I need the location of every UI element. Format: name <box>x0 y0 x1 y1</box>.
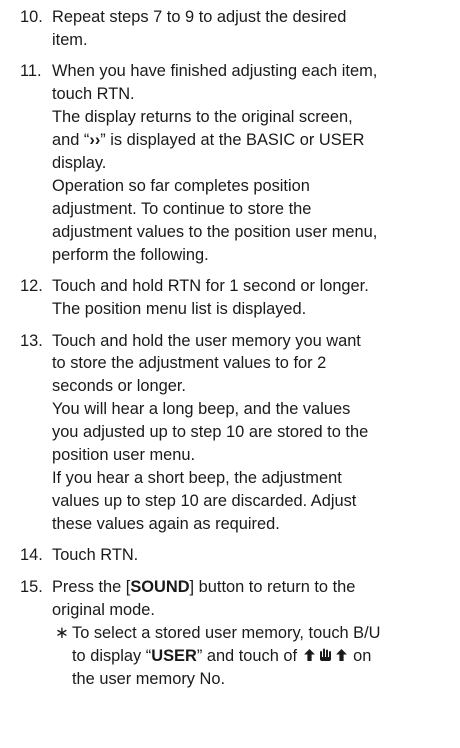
step-text: display. <box>52 154 107 173</box>
user-label: USER <box>151 646 197 665</box>
step-text: perform the following. <box>52 245 209 264</box>
step-number: 11. <box>20 62 42 81</box>
manual-page: 10. Repeat steps 7 to 9 to adjust the de… <box>0 0 460 748</box>
step-text: Press the [SOUND] button to return to th… <box>52 576 460 599</box>
step-text: Touch RTN. <box>52 546 139 565</box>
step-text-part: Press the [ <box>52 577 131 596</box>
step-11: 11. When you have finished adjusting eac… <box>20 60 460 266</box>
step-number: 13. <box>20 331 43 350</box>
open-quote: and “ <box>52 131 90 150</box>
note-text-part: on <box>353 646 372 665</box>
step-text: seconds or longer. <box>52 377 186 396</box>
steps-list: 10. Repeat steps 7 to 9 to adjust the de… <box>20 6 460 691</box>
step-14: 14. Touch RTN. <box>20 544 460 567</box>
step-text: The display returns to the original scre… <box>52 108 353 127</box>
step-text: adjustment values to the position user m… <box>52 222 378 241</box>
step-text-rest: ” is displayed at the BASIC or USER <box>100 131 365 150</box>
step-number: 10. <box>20 8 43 26</box>
step-text: Repeat steps 7 to 9 to adjust the desire… <box>52 8 347 26</box>
step-number: 12. <box>20 277 43 296</box>
note-text: the user memory No. <box>72 670 226 689</box>
step-text: these values again as required. <box>52 514 280 533</box>
step-text-part: ] button to return to the <box>189 577 356 596</box>
step-text: You will hear a long beep, and the value… <box>52 400 351 419</box>
step-text: adjustment. To continue to store the <box>52 199 312 218</box>
step-text: touch RTN. <box>52 85 135 104</box>
note: ∗ To select a stored user memory, touch … <box>55 622 460 692</box>
asterisk-marker: ∗ <box>55 623 69 642</box>
arrow-up-icon <box>335 646 348 669</box>
step-text: values up to step 10 are discarded. Adju… <box>52 491 357 510</box>
step-number: 14. <box>20 546 43 565</box>
step-number: 15. <box>20 577 43 596</box>
step-12: 12. Touch and hold RTN for 1 second or l… <box>20 275 460 321</box>
step-text: If you hear a short beep, the adjustment <box>52 469 342 487</box>
step-13: 13. Touch and hold the user memory you w… <box>20 330 460 536</box>
step-text: you adjusted up to step 10 are stored to… <box>52 423 369 442</box>
step-text: to store the adjustment values to for 2 <box>52 354 327 373</box>
note-text: To select a stored user memory, touch B/… <box>72 623 381 642</box>
step-text: Operation so far completes position <box>52 176 310 195</box>
note-text: to display “USER” and touch of on <box>72 645 460 669</box>
arrow-up-icon <box>303 646 316 669</box>
note-text-part: ” and touch of <box>196 646 298 665</box>
chevron-symbol: ›› <box>89 131 101 150</box>
step-text: item. <box>52 30 88 49</box>
step-text: position user menu. <box>52 446 196 465</box>
step-10: 10. Repeat steps 7 to 9 to adjust the de… <box>20 6 460 52</box>
step-text: original mode. <box>52 600 155 619</box>
step-text: Touch and hold the user memory you want <box>52 331 361 350</box>
step-text: Touch and hold RTN for 1 second or longe… <box>52 277 369 296</box>
step-text: When you have finished adjusting each it… <box>52 62 378 81</box>
step-15: 15. Press the [SOUND] button to return t… <box>20 576 460 692</box>
step-text: The position menu list is displayed. <box>52 300 307 319</box>
step-text: and “››” is displayed at the BASIC or US… <box>52 129 460 152</box>
hand-touch-icon <box>318 646 333 669</box>
sound-button-label: SOUND <box>130 577 190 596</box>
note-text-part: to display “ <box>72 646 152 665</box>
